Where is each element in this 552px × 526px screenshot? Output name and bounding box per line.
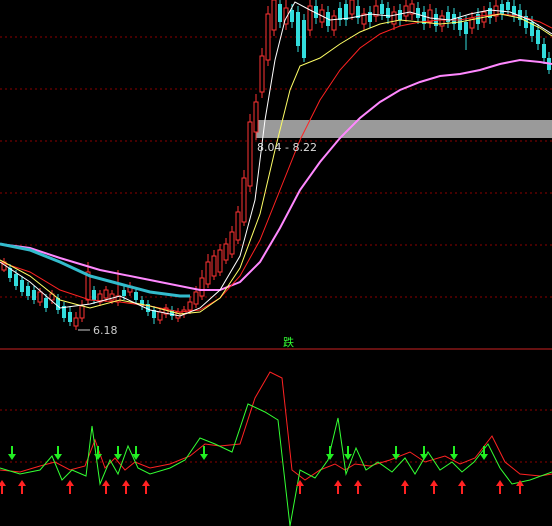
- indicator-line-a: [0, 403, 552, 526]
- candle-body: [37, 291, 43, 303]
- candle-body: [241, 177, 247, 223]
- candle-body: [500, 4, 504, 14]
- ma-slow-line: [0, 13, 552, 313]
- buy-arrow-head: [18, 480, 26, 486]
- candle-body: [271, 0, 277, 31]
- buy-arrow-head: [354, 480, 362, 486]
- candle-body: [109, 293, 115, 301]
- sell-arrow-head: [114, 454, 122, 460]
- sell-arrow-head: [8, 454, 16, 460]
- ma-mid-line: [0, 13, 552, 315]
- candle-body: [386, 8, 390, 18]
- candle-body: [211, 255, 217, 277]
- candle-body: [349, 0, 355, 15]
- grid-lines: [0, 36, 552, 463]
- candle-body: [79, 305, 85, 319]
- indicator-panel: [0, 371, 552, 526]
- ma-fast-line: [0, 1, 552, 317]
- candle-body: [134, 292, 138, 300]
- sell-arrow-head: [344, 454, 352, 460]
- candle-body: [278, 4, 282, 22]
- candle-body: [205, 261, 211, 285]
- buy-arrow-head: [334, 480, 342, 486]
- candle-body: [223, 243, 229, 261]
- buy-arrow-head: [458, 480, 466, 486]
- candle-body: [391, 11, 397, 25]
- buy-arrow-head: [66, 480, 74, 486]
- candle-body: [302, 20, 306, 58]
- candle-body: [92, 290, 96, 300]
- sell-arrow-head: [480, 454, 488, 460]
- candle-body: [122, 290, 126, 296]
- candle-body: [14, 274, 18, 286]
- low-price-label: 6.18: [93, 324, 118, 337]
- buy-arrow-head: [430, 480, 438, 486]
- sell-arrow-head: [326, 454, 334, 460]
- buy-arrow-head: [496, 480, 504, 486]
- candle-body: [103, 289, 109, 299]
- candle-body: [427, 9, 433, 23]
- candle-body: [439, 15, 445, 27]
- candle-body: [247, 121, 253, 187]
- candlesticks: [1, 0, 551, 330]
- buy-arrow-head: [0, 480, 6, 486]
- candle-body: [187, 301, 193, 311]
- stock-chart[interactable]: 6.18 8.04 - 8.22 跌: [0, 0, 552, 526]
- candle-body: [331, 15, 337, 31]
- candle-body: [68, 312, 72, 322]
- candle-body: [265, 13, 271, 61]
- candle-body: [536, 30, 540, 44]
- sell-arrow-head: [54, 454, 62, 460]
- candle-body: [290, 10, 294, 22]
- buy-arrow-head: [401, 480, 409, 486]
- candle-body: [344, 4, 348, 20]
- ma-long-line: [0, 58, 552, 291]
- candle-body: [193, 291, 199, 305]
- divider-label: 跌: [283, 335, 294, 349]
- price-range-highlight: [256, 120, 552, 138]
- sell-arrow-head: [200, 454, 208, 460]
- range-band: [256, 120, 552, 138]
- candle-body: [235, 211, 241, 241]
- candle-body: [199, 277, 205, 297]
- candle-body: [464, 22, 468, 34]
- candle-body: [398, 10, 402, 20]
- candle-body: [338, 8, 342, 20]
- candle-body: [253, 101, 259, 133]
- candle-body: [73, 317, 79, 327]
- candle-body: [44, 298, 48, 308]
- candle-body: [380, 4, 384, 14]
- moving-averages: [0, 1, 552, 317]
- indicator-line-b: [0, 371, 552, 481]
- candle-body: [229, 231, 235, 255]
- candle-body: [157, 311, 163, 321]
- candle-body: [296, 12, 300, 46]
- candle-body: [506, 2, 510, 10]
- buy-arrow-head: [102, 480, 110, 486]
- candle-body: [259, 55, 265, 93]
- buy-arrow-head: [142, 480, 150, 486]
- candle-body: [32, 290, 36, 300]
- candle-body: [416, 8, 420, 18]
- range-label: 8.04 - 8.22: [257, 141, 317, 154]
- buy-arrow-head: [122, 480, 130, 486]
- candle-body: [217, 249, 223, 273]
- candle-body: [20, 280, 24, 292]
- candle-body: [542, 44, 546, 58]
- candle-body: [403, 5, 409, 17]
- candle-body: [26, 286, 30, 296]
